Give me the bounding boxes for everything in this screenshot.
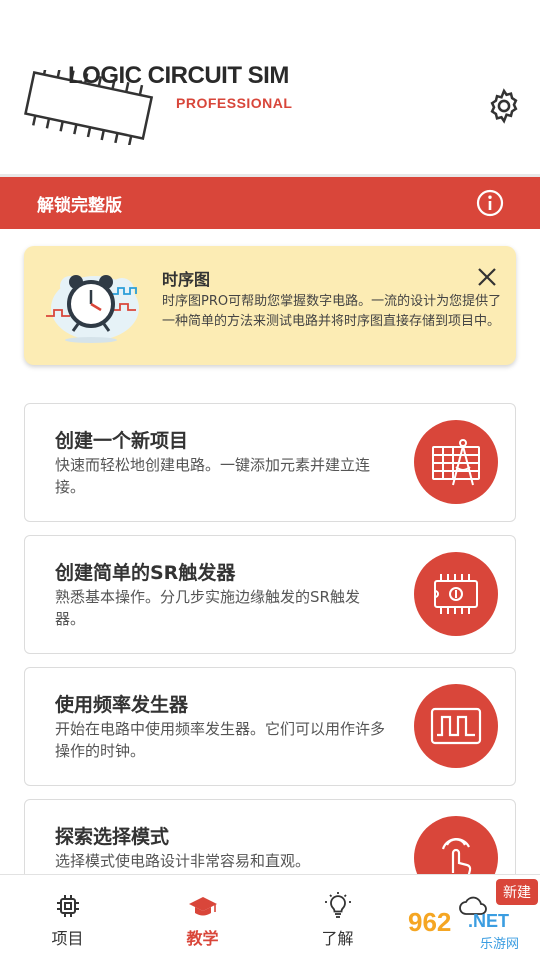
watermark-text: 乐游网: [480, 937, 520, 952]
card-description: 熟悉基本操作。分几步实施边缘触发的SR触发器。: [55, 588, 360, 628]
watermark-net: .NET: [468, 911, 510, 931]
logo-title: LOGIC CIRCUIT SIM: [68, 62, 289, 89]
info-icon[interactable]: [476, 189, 504, 217]
app-header: LOGIC CIRCUIT SIM PROFESSIONAL: [0, 0, 540, 175]
new-badge[interactable]: 新建: [496, 879, 538, 905]
card-title: 探索选择模式: [55, 826, 170, 848]
card-icon-circle: [414, 552, 498, 636]
nav-label: 教学: [186, 929, 219, 948]
watermark-logo: 962 .NET 乐游网: [400, 905, 535, 955]
graduation-cap-icon: [188, 897, 217, 916]
lightbulb-icon: [324, 892, 351, 918]
unlock-full-version-banner[interactable]: 解锁完整版: [0, 177, 540, 229]
card-title: 创建简单的SR触发器: [55, 562, 236, 584]
nav-label: 项目: [51, 929, 84, 948]
card-create-new-project[interactable]: 创建一个新项目 快速而轻松地创建电路。一键添加元素并建立连接。: [24, 403, 516, 522]
square-wave-icon: [430, 707, 482, 745]
card-title: 创建一个新项目: [55, 430, 189, 452]
tip-description: 时序图PRO可帮助您掌握数字电路。一流的设计为您提供了一种简单的方法来测试电路并…: [162, 294, 502, 329]
app-logo: LOGIC CIRCUIT SIM PROFESSIONAL: [16, 60, 326, 145]
card-use-frequency-generator[interactable]: 使用频率发生器 开始在电路中使用频率发生器。它们可以用作许多操作的时钟。: [24, 667, 516, 786]
timing-diagram-tip-card: 时序图 时序图PRO可帮助您掌握数字电路。一流的设计为您提供了一种简单的方法来测…: [24, 246, 516, 365]
close-icon[interactable]: [476, 266, 498, 288]
unlock-label: 解锁完整版: [37, 195, 122, 216]
card-description: 快速而轻松地创建电路。一键添加元素并建立连接。: [55, 456, 371, 496]
logo-subtitle: PROFESSIONAL: [176, 95, 293, 111]
nav-item-learn[interactable]: 了解: [270, 875, 405, 960]
card-icon-circle: [414, 420, 498, 504]
gear-icon: [490, 88, 518, 124]
nav-label: 了解: [321, 929, 354, 948]
card-description: 选择模式使电路设计非常容易和直观。: [55, 852, 311, 870]
ic-chip-icon: [434, 574, 478, 614]
nav-item-projects[interactable]: 项目: [0, 875, 135, 960]
drafting-compass-icon: [432, 439, 480, 486]
settings-button[interactable]: [484, 86, 524, 126]
card-title: 使用频率发生器: [55, 694, 189, 716]
card-icon-circle: [414, 684, 498, 768]
card-description: 开始在电路中使用频率发生器。它们可以用作许多操作的时钟。: [55, 720, 386, 760]
card-create-sr-flipflop[interactable]: 创建简单的SR触发器 熟悉基本操作。分几步实施边缘触发的SR触发器。: [24, 535, 516, 654]
tip-title: 时序图: [162, 270, 211, 289]
watermark-number: 962: [408, 907, 452, 937]
nav-item-tutorials[interactable]: 教学: [135, 875, 270, 960]
chip-icon: [56, 895, 79, 917]
alarm-clock-waveform-illustration: [46, 275, 139, 343]
